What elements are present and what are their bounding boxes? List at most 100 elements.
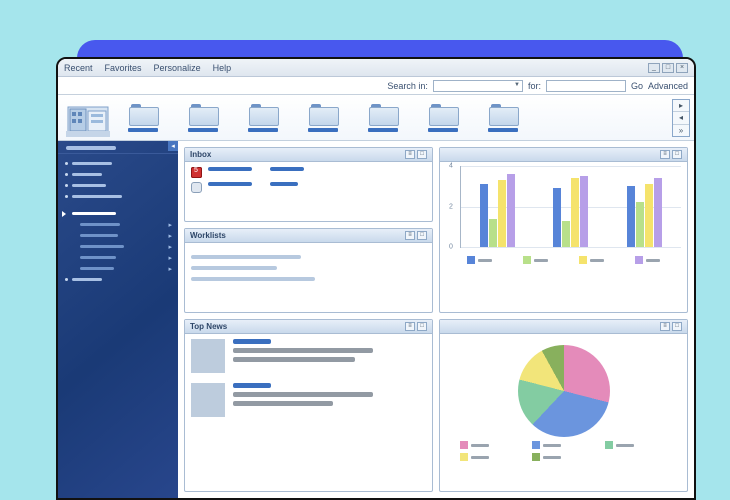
news-thumbnail [191, 339, 225, 373]
panel-menu-button[interactable]: ≡ [405, 322, 415, 331]
panel-menu-button[interactable]: ≡ [660, 322, 670, 331]
legend-item [460, 441, 522, 449]
bar-chart-plot: 024 [460, 166, 681, 248]
chat-bubble-icon [191, 182, 202, 193]
news-excerpt [233, 392, 373, 397]
window-close-button[interactable]: × [676, 63, 688, 73]
chart-bar [562, 221, 570, 247]
folder-icon [429, 104, 457, 124]
scroll-right-icon[interactable]: ▸ [673, 100, 689, 112]
sidebar-subitem[interactable]: ▸ [58, 263, 178, 274]
chart-bar [571, 178, 579, 247]
folder-icon [129, 104, 157, 124]
menu-personalize[interactable]: Personalize [154, 63, 201, 73]
panel-collapse-button[interactable]: □ [672, 150, 682, 159]
folder-icon [489, 104, 517, 124]
legend-item [532, 441, 594, 449]
scroll-more-icon[interactable]: » [673, 125, 689, 136]
panel-collapse-button[interactable]: □ [417, 231, 427, 240]
chart-bar [498, 180, 506, 247]
folder-shortcut[interactable] [128, 104, 158, 132]
bar-chart-legend [446, 248, 681, 268]
folder-icon [309, 104, 337, 124]
folder-shortcut[interactable] [428, 104, 458, 132]
pie-chart-legend [446, 441, 681, 467]
worklists-panel: Worklists ≡□ [184, 228, 433, 313]
folder-icon [249, 104, 277, 124]
sidebar-item[interactable] [58, 191, 178, 202]
folder-shortcut[interactable] [488, 104, 518, 132]
inbox-title: Inbox [190, 150, 211, 159]
folder-label-bar [248, 128, 278, 132]
search-prefix-label: Search in: [387, 81, 428, 91]
sidebar-collapse-button[interactable]: ◂ [168, 141, 178, 151]
inbox-row[interactable] [191, 167, 426, 178]
sidebar-item[interactable] [58, 169, 178, 180]
folder-shortcut[interactable] [368, 104, 398, 132]
scroll-arrow-pad: ▸ ◂ » [672, 99, 690, 137]
news-thumbnail [191, 383, 225, 417]
folder-label-bar [128, 128, 158, 132]
alert-badge-icon [191, 167, 202, 178]
inbox-text [208, 167, 252, 171]
menu-favorites[interactable]: Favorites [105, 63, 142, 73]
panel-collapse-button[interactable]: □ [417, 150, 427, 159]
panel-menu-button[interactable]: ≡ [405, 150, 415, 159]
worklist-item[interactable] [191, 266, 277, 270]
chart-bar [645, 184, 653, 247]
legend-item [532, 453, 594, 461]
news-excerpt [233, 348, 373, 353]
news-headline [233, 383, 271, 388]
pie-chart-panel: ≡□ [439, 319, 688, 492]
search-scope-dropdown[interactable] [433, 80, 523, 92]
nav-sidebar: ◂ ▸▸▸▸▸ [58, 141, 178, 498]
panel-menu-button[interactable]: ≡ [405, 231, 415, 240]
menu-recent[interactable]: Recent [64, 63, 93, 73]
panel-menu-button[interactable]: ≡ [660, 150, 670, 159]
sidebar-subitem[interactable]: ▸ [58, 252, 178, 263]
inbox-text [270, 182, 298, 186]
panel-collapse-button[interactable]: □ [672, 322, 682, 331]
news-item[interactable] [191, 339, 426, 373]
window-minimize-button[interactable]: _ [648, 63, 660, 73]
search-go-button[interactable]: Go [631, 81, 643, 91]
sidebar-subitem[interactable]: ▸ [58, 241, 178, 252]
inbox-panel: Inbox ≡□ [184, 147, 433, 222]
panel-collapse-button[interactable]: □ [417, 322, 427, 331]
folder-shortcut[interactable] [308, 104, 338, 132]
main-content: Inbox ≡□ Worklists ≡□ Top News ≡□ [178, 141, 694, 498]
legend-item [605, 441, 667, 449]
folder-shortcut[interactable] [188, 104, 218, 132]
scroll-left-icon[interactable]: ◂ [673, 112, 689, 124]
news-excerpt [233, 401, 333, 406]
topnews-title: Top News [190, 322, 227, 331]
search-input[interactable] [546, 80, 626, 92]
news-item[interactable] [191, 383, 426, 417]
chart-bar [654, 178, 662, 247]
worklists-title: Worklists [190, 231, 226, 240]
sidebar-subitem[interactable]: ▸ [58, 230, 178, 241]
chart-bar [489, 219, 497, 247]
sidebar-subitem[interactable]: ▸ [58, 219, 178, 230]
chart-bar [553, 188, 561, 247]
sidebar-item[interactable] [58, 158, 178, 169]
bar-chart-panel: ≡□ 024 [439, 147, 688, 313]
window-maximize-button[interactable]: □ [662, 63, 674, 73]
folder-label-bar [488, 128, 518, 132]
top-news-panel: Top News ≡□ [184, 319, 433, 492]
folder-shortcut[interactable] [248, 104, 278, 132]
inbox-row[interactable] [191, 182, 426, 193]
worklist-item[interactable] [191, 255, 301, 259]
news-headline [233, 339, 271, 344]
sidebar-item[interactable] [58, 274, 178, 285]
sidebar-item[interactable] [58, 180, 178, 191]
legend-item [635, 256, 660, 264]
app-logo-icon [66, 99, 110, 137]
search-advanced-link[interactable]: Advanced [648, 81, 688, 91]
logo-toolbar: ▸ ◂ » [58, 95, 694, 141]
worklist-item[interactable] [191, 277, 315, 281]
legend-item [460, 453, 522, 461]
inbox-text [270, 167, 304, 171]
menu-help[interactable]: Help [213, 63, 232, 73]
sidebar-group-header[interactable] [58, 208, 178, 219]
